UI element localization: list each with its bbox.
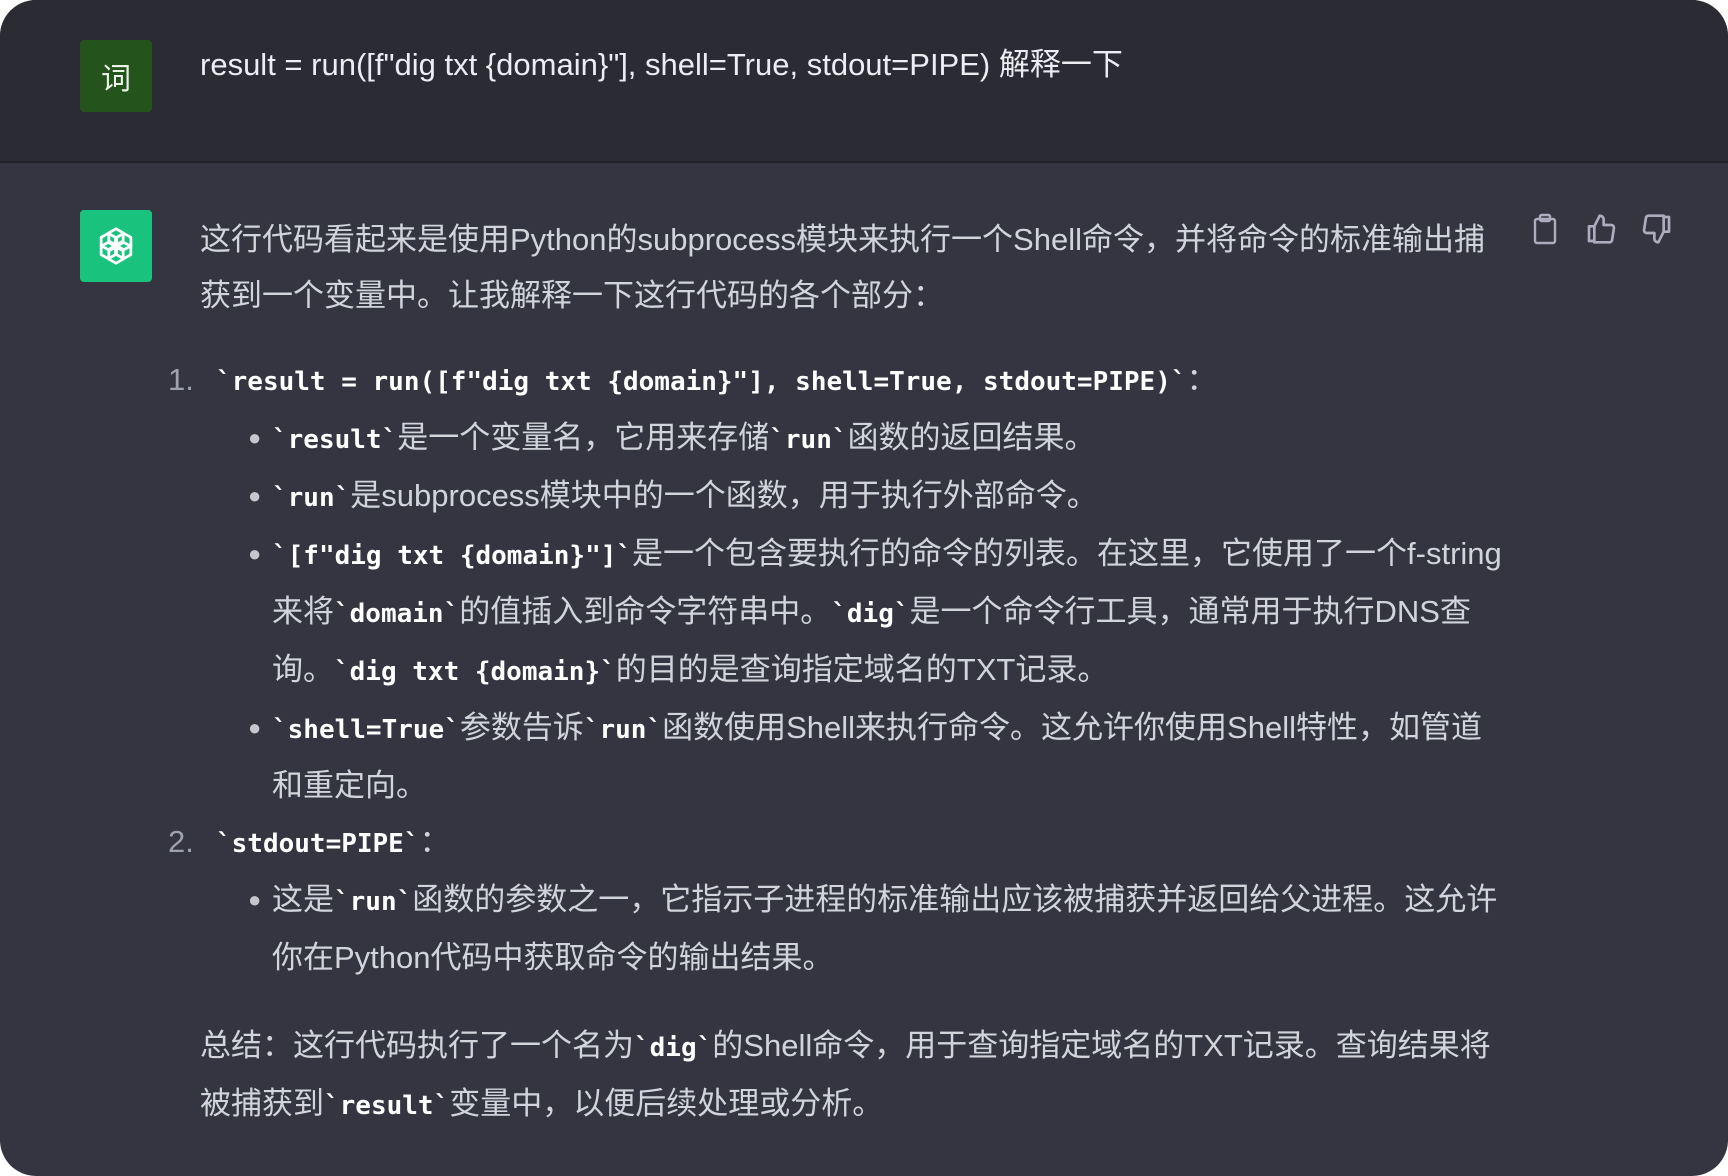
bullet-dot: ●	[248, 715, 262, 740]
bullet-item: ● `shell=True`参数告诉`run`函数使用Shell来执行命令。这允…	[248, 700, 1510, 814]
thumbs-down-button[interactable]	[1640, 212, 1674, 246]
bullet-dot: ●	[248, 887, 262, 912]
chat-window: 词 result = run([f"dig txt {domain}"], sh…	[0, 0, 1728, 1176]
bullet-item: ● `run`是subprocess模块中的一个函数，用于执行外部命令。	[248, 468, 1510, 526]
explanation-list: 1. `result = run([f"dig txt {domain}"], …	[168, 352, 1510, 986]
bullet-dot: ●	[248, 483, 262, 508]
inline-code: `run`	[769, 425, 848, 455]
bullet-text: 这是	[272, 882, 334, 917]
bullet-text: 是一个变量名，它用来存储	[397, 420, 770, 455]
thumbs-up-button[interactable]	[1584, 212, 1618, 246]
inline-code: `run`	[272, 483, 351, 513]
summary-text: 变量中，以便后续处理或分析。	[449, 1086, 884, 1121]
list-item-suffix: ：	[419, 824, 451, 859]
bullet-item: ● 这是`run`函数的参数之一，它指示子进程的标准输出应该被捕获并返回给父进程…	[248, 872, 1510, 986]
bullet-dot: ●	[248, 425, 262, 450]
inline-code: `dig`	[634, 1033, 713, 1063]
bullet-text: 函数的返回结果。	[847, 420, 1096, 455]
list-item-suffix: ：	[1186, 362, 1218, 397]
message-actions	[1528, 212, 1674, 246]
bullet-dot: ●	[248, 541, 262, 566]
list-number: 1.	[168, 362, 194, 397]
inline-code: `result`	[272, 425, 398, 455]
inline-code: `domain`	[334, 599, 460, 629]
openai-logo-icon	[99, 227, 133, 265]
inline-code: `run`	[583, 715, 663, 745]
list-item: 1. `result = run([f"dig txt {domain}"], …	[168, 352, 1510, 814]
summary-text: 总结：这行代码执行了一个名为	[200, 1028, 634, 1063]
bullet-text: 参数告诉	[459, 710, 584, 745]
bullet-text: 的值插入到命令字符串中。	[459, 594, 832, 629]
inline-code: `result`	[324, 1091, 450, 1121]
copy-icon	[1533, 213, 1557, 245]
inline-code: `run`	[334, 887, 413, 917]
bullet-text: 的目的是查询指定域名的TXT记录。	[615, 652, 1109, 687]
inline-code: `stdout=PIPE`	[216, 829, 420, 859]
assistant-intro: 这行代码看起来是使用Python的subprocess模块来执行一个Shell命…	[200, 222, 1485, 313]
bullet-text: 是subprocess模块中的一个函数，用于执行外部命令。	[350, 478, 1098, 513]
inline-code: `result = run([f"dig txt {domain}"], she…	[216, 367, 1187, 397]
assistant-summary: 总结：这行代码执行了一个名为`dig`的Shell命令，用于查询指定域名的TXT…	[200, 1018, 1510, 1134]
thumbs-up-icon	[1587, 214, 1616, 244]
assistant-message: 这行代码看起来是使用Python的subprocess模块来执行一个Shell命…	[168, 212, 1510, 1134]
user-message-row: 词 result = run([f"dig txt {domain}"], sh…	[0, 0, 1728, 163]
list-item: 2. `stdout=PIPE`： ● 这是`run`函数的参数之一，它指示子进…	[168, 814, 1510, 986]
inline-code: `dig`	[831, 599, 910, 629]
user-message-text: result = run([f"dig txt {domain}"], shel…	[200, 47, 1123, 82]
inline-code: `shell=True`	[272, 715, 460, 745]
sub-list: ● `result`是一个变量名，它用来存储`run`函数的返回结果。 ● `r…	[216, 410, 1510, 814]
list-number: 2.	[168, 824, 194, 859]
thumbs-down-icon	[1642, 214, 1671, 244]
sub-list: ● 这是`run`函数的参数之一，它指示子进程的标准输出应该被捕获并返回给父进程…	[216, 872, 1510, 986]
copy-button[interactable]	[1528, 212, 1562, 246]
user-avatar: 词	[80, 40, 152, 112]
inline-code: `dig txt {domain}`	[334, 657, 616, 687]
bullet-text: 函数的参数之一，它指示子进程的标准输出应该被捕获并返回给父进程。这允许你在Pyt…	[272, 882, 1498, 975]
bullet-item: ● `result`是一个变量名，它用来存储`run`函数的返回结果。	[248, 410, 1510, 468]
bullet-item: ● `[f"dig txt {domain}"]`是一个包含要执行的命令的列表。…	[248, 526, 1510, 700]
assistant-avatar	[80, 210, 152, 282]
inline-code: `[f"dig txt {domain}"]`	[272, 541, 633, 571]
